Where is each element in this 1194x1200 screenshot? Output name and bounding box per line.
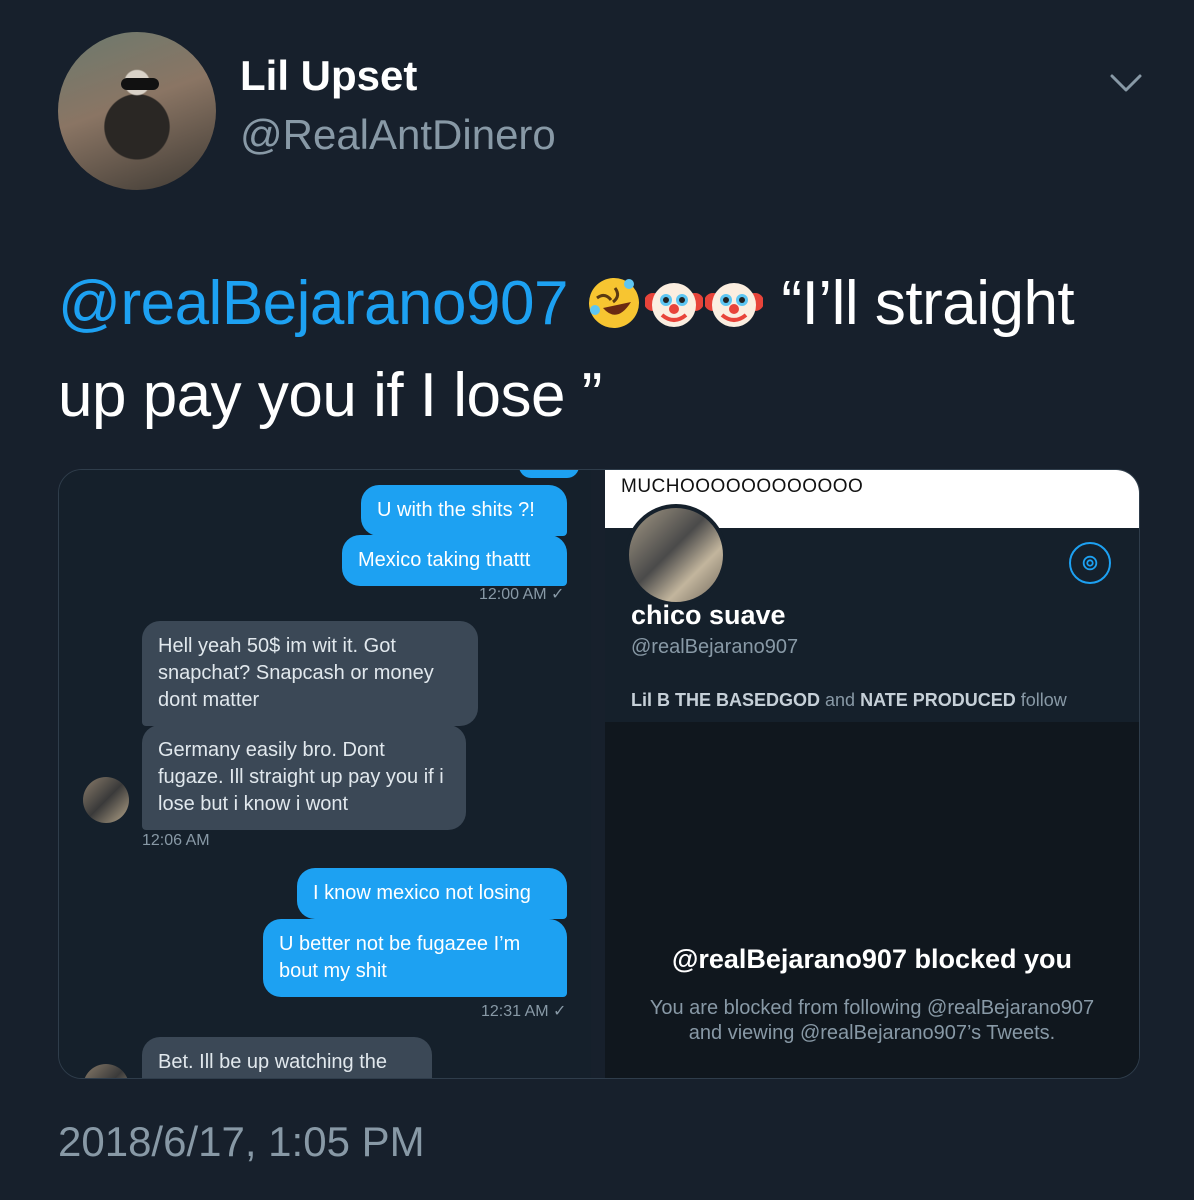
tweet-text: @realBejarano907 “I’ll straight up pay y…	[58, 258, 1158, 442]
sender-avatar	[83, 777, 129, 823]
gear-icon	[1069, 542, 1111, 584]
tweet-timestamp[interactable]: 2018/6/17, 1:05 PM	[58, 1118, 425, 1166]
author-avatar[interactable]	[58, 32, 216, 190]
author-handle[interactable]: @RealAntDinero	[240, 111, 556, 159]
blocked-body: You are blocked from following @realBeja…	[649, 997, 1095, 1044]
dm-message-out: U better not be fugazee I’m bout my shit	[263, 919, 567, 997]
profile-handle: @realBejarano907	[631, 636, 799, 658]
dm-message-in: Hell yeah 50$ im wit it. Got snapchat? S…	[142, 621, 478, 726]
clown-face-emoji-icon	[644, 283, 703, 327]
rolling-laughing-emoji-icon	[588, 278, 639, 328]
clown-face-emoji-icon	[704, 283, 763, 327]
profile-name: chico suave	[631, 600, 786, 630]
dm-timestamp: 12:00 AM ✓	[479, 586, 565, 603]
chevron-down-icon[interactable]	[1108, 68, 1144, 96]
dm-timestamp: 12:06 AM	[142, 832, 210, 849]
dm-screenshot-image[interactable]: U with the shits ?! Mexico taking thattt…	[59, 470, 591, 1078]
dm-message-out: U with the shits ?!	[361, 485, 567, 536]
dm-bubble-cut-off	[519, 470, 579, 478]
author-name[interactable]: Lil Upset	[240, 52, 417, 100]
followed-by-text: Lil B THE BASEDGOD and NATE PRODUCED fol…	[631, 690, 1067, 710]
profile-screenshot-image[interactable]: MUCHOOOOOOOOOOOO chico suave @realBejara…	[605, 470, 1139, 1078]
dm-message-out: Mexico taking thattt	[342, 535, 567, 586]
dm-message-in: Germany easily bro. Dont fugaze. Ill str…	[142, 725, 466, 830]
dm-timestamp: 12:31 AM ✓	[481, 1003, 567, 1020]
sender-avatar	[83, 1064, 129, 1078]
tweet-mention-link[interactable]: @realBejarano907	[58, 269, 568, 338]
profile-avatar	[625, 504, 727, 606]
dm-message-in: Bet. Ill be up watching the	[142, 1037, 432, 1078]
blocked-title: @realBejarano907 blocked you	[672, 944, 1072, 974]
tweet-media[interactable]: U with the shits ?! Mexico taking thattt…	[58, 469, 1140, 1079]
dm-message-out: I know mexico not losing	[297, 868, 567, 919]
